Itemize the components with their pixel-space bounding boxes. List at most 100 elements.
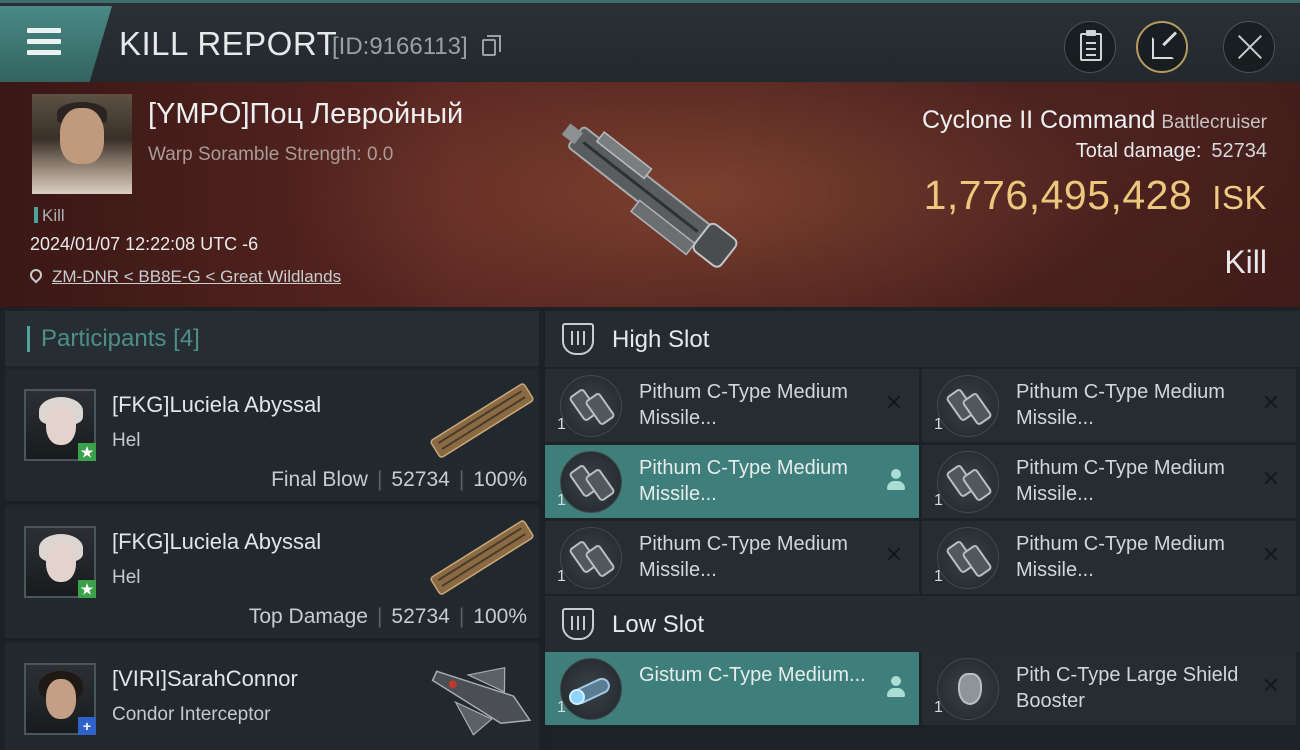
slot-rack-line bbox=[583, 616, 585, 630]
high-slot-header: High Slot bbox=[545, 311, 1300, 367]
slot-rack-line bbox=[577, 331, 579, 345]
kill-tag-label: Kill bbox=[42, 206, 65, 225]
armor-repairer-icon bbox=[560, 658, 622, 720]
isk-value: 1,776,495,428 ISK bbox=[924, 172, 1267, 219]
participant-name[interactable]: [FKG]Luciela Abyssal bbox=[112, 392, 321, 418]
divider: | bbox=[376, 468, 383, 491]
kill-location[interactable]: ZM-DNR < BB8E-G < Great Wildlands bbox=[27, 266, 341, 287]
module-quantity: 1 bbox=[557, 492, 566, 509]
participant-stats: Final Blow | 52734 | 100% bbox=[271, 468, 527, 492]
portrait-face bbox=[60, 108, 104, 164]
kill-datetime: 2024/01/07 12:22:08 UTC -6 bbox=[30, 234, 259, 254]
module-name: Pith C-Type Large Shield Booster bbox=[1016, 664, 1239, 712]
missile-launcher-icon bbox=[560, 527, 622, 589]
module-slot[interactable]: 1 Pithum C-Type Medium Missile... ✕ bbox=[922, 445, 1296, 518]
participant-percent: 100% bbox=[473, 468, 527, 491]
high-slot-title: High Slot bbox=[612, 326, 710, 353]
participant-row[interactable]: ★ [FKG]Luciela Abyssal Hel Final Blow | 52… bbox=[5, 370, 539, 504]
victim-name[interactable]: [YMPO]Поц Левройный bbox=[148, 98, 463, 131]
clipboard-icon-line bbox=[1086, 54, 1096, 56]
module-quantity: 1 bbox=[934, 492, 943, 509]
clipboard-icon bbox=[1080, 30, 1102, 61]
victim-ship-image[interactable] bbox=[536, 94, 766, 299]
participants-count: [4] bbox=[173, 325, 200, 352]
missile-launcher-icon bbox=[937, 451, 999, 513]
slot-rack-line bbox=[583, 331, 585, 345]
participant-ship: Condor Interceptor bbox=[112, 704, 271, 725]
close-button[interactable] bbox=[1223, 21, 1275, 73]
plus-icon: + bbox=[78, 717, 96, 735]
module-name: Pithum C-Type Medium Missile... bbox=[639, 381, 848, 429]
hamburger-icon-bar bbox=[27, 50, 61, 55]
module-name: Gistum C-Type Medium... bbox=[639, 664, 866, 686]
hamburger-icon-bar bbox=[27, 39, 61, 44]
warp-scramble-strength: Warp Soramble Strength: 0.0 bbox=[148, 144, 394, 165]
isk-amount: 1,776,495,428 bbox=[923, 172, 1193, 218]
hamburger-icon bbox=[27, 28, 61, 33]
victim-ship-type: Cyclone II Command Battlecruiser bbox=[922, 106, 1267, 135]
portrait-face bbox=[46, 405, 76, 445]
star-icon: ★ bbox=[78, 580, 96, 598]
total-damage-label: Total damage: bbox=[1075, 140, 1202, 162]
divider: | bbox=[458, 468, 465, 491]
participants-header: Participants [4] bbox=[5, 311, 539, 366]
module-name: Pithum C-Type Medium Missile... bbox=[1016, 457, 1225, 505]
portrait-face bbox=[46, 679, 76, 719]
pilot-icon bbox=[887, 469, 905, 491]
participant-ship: Hel bbox=[112, 430, 141, 451]
missile-launcher-icon bbox=[937, 527, 999, 589]
module-name: Pithum C-Type Medium Missile... bbox=[639, 533, 848, 581]
victim-portrait[interactable] bbox=[32, 94, 132, 194]
module-slot[interactable]: 1 Gistum C-Type Medium... bbox=[545, 652, 919, 725]
low-slot-header: Low Slot bbox=[545, 596, 1300, 652]
slot-rack-line bbox=[577, 616, 579, 630]
module-slot[interactable]: 1 Pith C-Type Large Shield Booster ✕ bbox=[922, 652, 1296, 725]
location-link[interactable]: ZM-DNR < BB8E-G < Great Wildlands bbox=[52, 267, 341, 286]
x-icon: ✕ bbox=[1261, 673, 1281, 698]
participant-role: Top Damage bbox=[248, 605, 368, 628]
x-icon: ✕ bbox=[1261, 466, 1281, 491]
participant-name[interactable]: [FKG]Luciela Abyssal bbox=[112, 529, 321, 555]
participant-damage: 52734 bbox=[391, 468, 450, 491]
header-bar-accent bbox=[27, 326, 30, 352]
tag-bar bbox=[34, 207, 38, 223]
participant-stats: Top Damage | 52734 | 100% bbox=[249, 605, 527, 629]
module-name: Pithum C-Type Medium Missile... bbox=[639, 457, 848, 505]
fitting-panel: High Slot 1 Pithum C-Type Medium Missile… bbox=[545, 311, 1300, 750]
menu-button[interactable] bbox=[0, 6, 112, 82]
participants-panel: Participants [4] ★ [FKG]Luciela Abyssal … bbox=[5, 311, 539, 750]
clipboard-icon-line bbox=[1086, 42, 1096, 44]
victim-banner: [YMPO]Поц Левройный Warp Soramble Streng… bbox=[0, 82, 1300, 307]
participant-name[interactable]: [VIRI]SarahConnor bbox=[112, 666, 298, 692]
missile-launcher-icon bbox=[560, 451, 622, 513]
participants-title: Participants [4] bbox=[41, 325, 200, 353]
repairer-glow bbox=[569, 689, 585, 705]
total-damage-value: 52734 bbox=[1211, 140, 1267, 162]
participant-row[interactable]: ★ [FKG]Luciela Abyssal Hel Top Damage | 52… bbox=[5, 507, 539, 641]
module-slot[interactable]: 1 Pithum C-Type Medium Missile... ✕ bbox=[922, 369, 1296, 442]
module-slot[interactable]: 1 Pithum C-Type Medium Missile... ✕ bbox=[545, 521, 919, 594]
participant-row[interactable]: + [VIRI]SarahConnor Condor Interceptor bbox=[5, 644, 539, 750]
module-quantity: 1 bbox=[557, 568, 566, 585]
module-slot[interactable]: 1 Pithum C-Type Medium Missile... ✕ bbox=[545, 369, 919, 442]
module-slot[interactable]: 1 Pithum C-Type Medium Missile... ✕ bbox=[922, 521, 1296, 594]
participant-percent: 100% bbox=[473, 605, 527, 628]
participant-ship: Hel bbox=[112, 567, 141, 588]
participant-ship-image bbox=[431, 666, 532, 736]
x-icon: ✕ bbox=[884, 390, 904, 415]
shield-shape bbox=[958, 673, 982, 705]
share-icon bbox=[1152, 37, 1174, 59]
module-slot[interactable]: 1 Pithum C-Type Medium Missile... bbox=[545, 445, 919, 518]
slot-rack-icon bbox=[562, 608, 594, 640]
participant-ship-image bbox=[430, 520, 534, 595]
share-button[interactable] bbox=[1136, 21, 1188, 73]
total-damage: Total damage: 52734 bbox=[1076, 140, 1267, 163]
clipboard-button[interactable] bbox=[1064, 21, 1116, 73]
header-bar: KILL REPORT [ID:9166113] bbox=[0, 0, 1300, 82]
isk-unit: ISK bbox=[1212, 179, 1267, 216]
shield-booster-icon bbox=[937, 658, 999, 720]
divider: | bbox=[458, 605, 465, 628]
copy-icon[interactable] bbox=[482, 35, 501, 56]
module-name: Pithum C-Type Medium Missile... bbox=[1016, 381, 1225, 429]
kill-result: Kill bbox=[1224, 244, 1267, 280]
